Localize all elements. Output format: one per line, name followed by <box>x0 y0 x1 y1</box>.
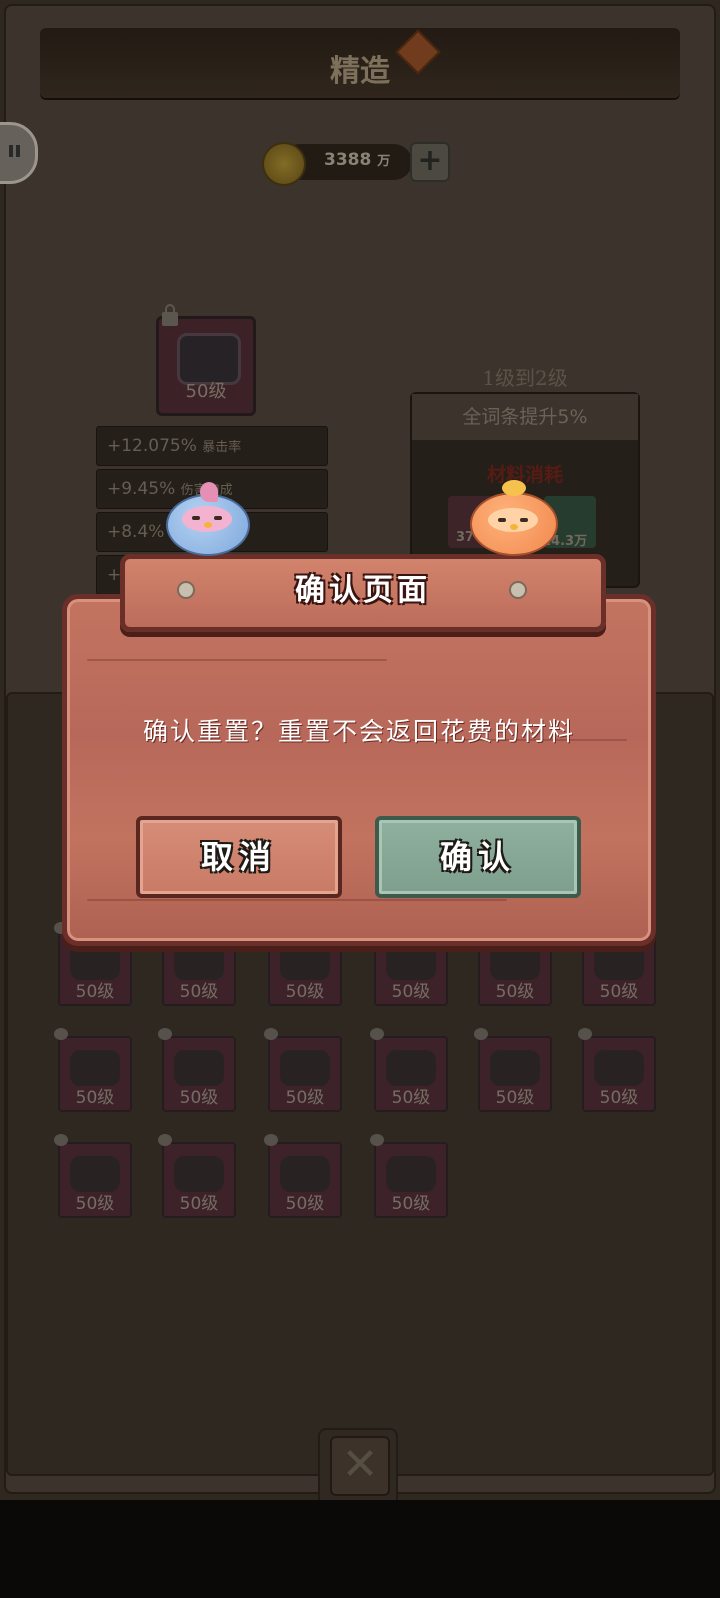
dialog-title: 确认页面 <box>295 573 431 608</box>
cancel-button[interactable]: 取消 <box>136 816 342 898</box>
confirm-button[interactable]: 确认 <box>375 816 581 898</box>
orange-bird-icon <box>470 480 558 556</box>
dialog-message: 确认重置？重置不会返回花费的材料 <box>142 717 575 746</box>
blue-bird-icon <box>166 482 250 556</box>
wood-grain <box>87 899 507 901</box>
wood-grain <box>87 659 387 661</box>
